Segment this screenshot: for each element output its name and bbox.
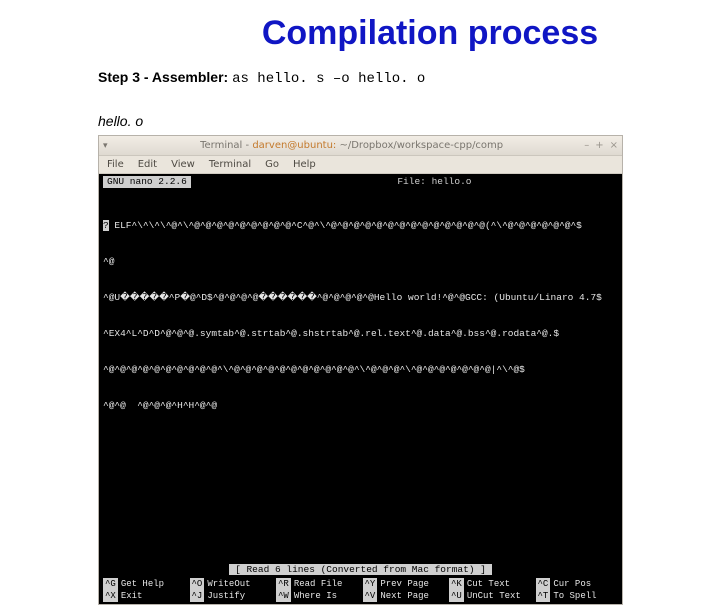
shortcut-exit: ^XExit [103, 590, 186, 602]
menu-bar: File Edit View Terminal Go Help [99, 156, 622, 174]
chevron-down-icon[interactable]: ▾ [103, 141, 113, 151]
nano-version: GNU nano 2.2.6 [103, 176, 191, 188]
menu-view[interactable]: View [171, 159, 195, 170]
shortcut-get-help: ^GGet Help [103, 578, 186, 590]
shortcut-cut-text: ^KCut Text [449, 578, 532, 590]
nano-shortcuts: ^GGet Help ^OWriteOut ^RRead File ^YPrev… [103, 578, 618, 602]
menu-terminal[interactable]: Terminal [209, 159, 251, 170]
close-icon[interactable]: × [610, 140, 618, 151]
shortcut-justify: ^JJustify [190, 590, 273, 602]
title-user: darven@ubuntu: [252, 140, 336, 151]
content-line: ^@U�����^P�@^D$^@^@^@^@������^@^@^@^@^@H… [103, 292, 618, 304]
file-label: hello. o [98, 113, 720, 129]
content-line: ^@^@^@^@^@^@^@^@^@^@^\^@^@^@^@^@^@^@^@^@… [103, 364, 618, 376]
window-title: Terminal - darven@ubuntu: ~/Dropbox/work… [119, 140, 584, 151]
status-text: [ Read 6 lines (Converted from Mac forma… [229, 564, 492, 575]
content-line: ^@ [103, 256, 618, 268]
title-prefix: Terminal - [200, 140, 252, 151]
maximize-icon[interactable]: + [595, 140, 603, 151]
file-content: ? ELF^\^\^\^@^\^@^@^@^@^@^@^@^@^@^C^@^\^… [103, 196, 618, 436]
slide-title: Compilation process [140, 14, 720, 53]
step-label: Step 3 - Assembler: [98, 69, 228, 85]
content-line: ^@^@ ^@^@^@^H^H^@^@ [103, 400, 618, 412]
window-buttons: – + × [584, 140, 618, 151]
terminal-window: ▾ Terminal - darven@ubuntu: ~/Dropbox/wo… [98, 135, 623, 605]
menu-edit[interactable]: Edit [138, 159, 157, 170]
shortcut-prev-page: ^YPrev Page [363, 578, 446, 590]
step-command: as hello. s –o hello. o [232, 71, 425, 87]
menu-help[interactable]: Help [293, 159, 316, 170]
menu-file[interactable]: File [107, 159, 124, 170]
content-line: ^EX4^L^D^D^@^@^@.symtab^@.strtab^@.shstr… [103, 328, 618, 340]
window-titlebar[interactable]: ▾ Terminal - darven@ubuntu: ~/Dropbox/wo… [99, 136, 622, 156]
shortcut-read-file: ^RRead File [276, 578, 359, 590]
content-line: ELF^\^\^\^@^\^@^@^@^@^@^@^@^@^@^C^@^\^@^… [109, 220, 582, 231]
nano-file-label: File: hello.o [397, 176, 471, 188]
shortcut-next-page: ^VNext Page [363, 590, 446, 602]
nano-header: GNU nano 2.2.6 File: hello.o [103, 176, 618, 188]
blank-area [103, 436, 618, 562]
nano-status: [ Read 6 lines (Converted from Mac forma… [103, 564, 618, 576]
shortcut-uncut-text: ^UUnCut Text [449, 590, 532, 602]
step-line: Step 3 - Assembler: as hello. s –o hello… [98, 69, 720, 87]
menu-go[interactable]: Go [265, 159, 279, 170]
minimize-icon[interactable]: – [584, 140, 589, 151]
shortcut-where-is: ^WWhere Is [276, 590, 359, 602]
shortcut-writeout: ^OWriteOut [190, 578, 273, 590]
slide: Compilation process Step 3 - Assembler: … [0, 0, 720, 540]
shortcut-cur-pos: ^CCur Pos [536, 578, 619, 590]
title-path: ~/Dropbox/workspace-cpp/comp [336, 140, 503, 151]
shortcut-to-spell: ^TTo Spell [536, 590, 619, 602]
